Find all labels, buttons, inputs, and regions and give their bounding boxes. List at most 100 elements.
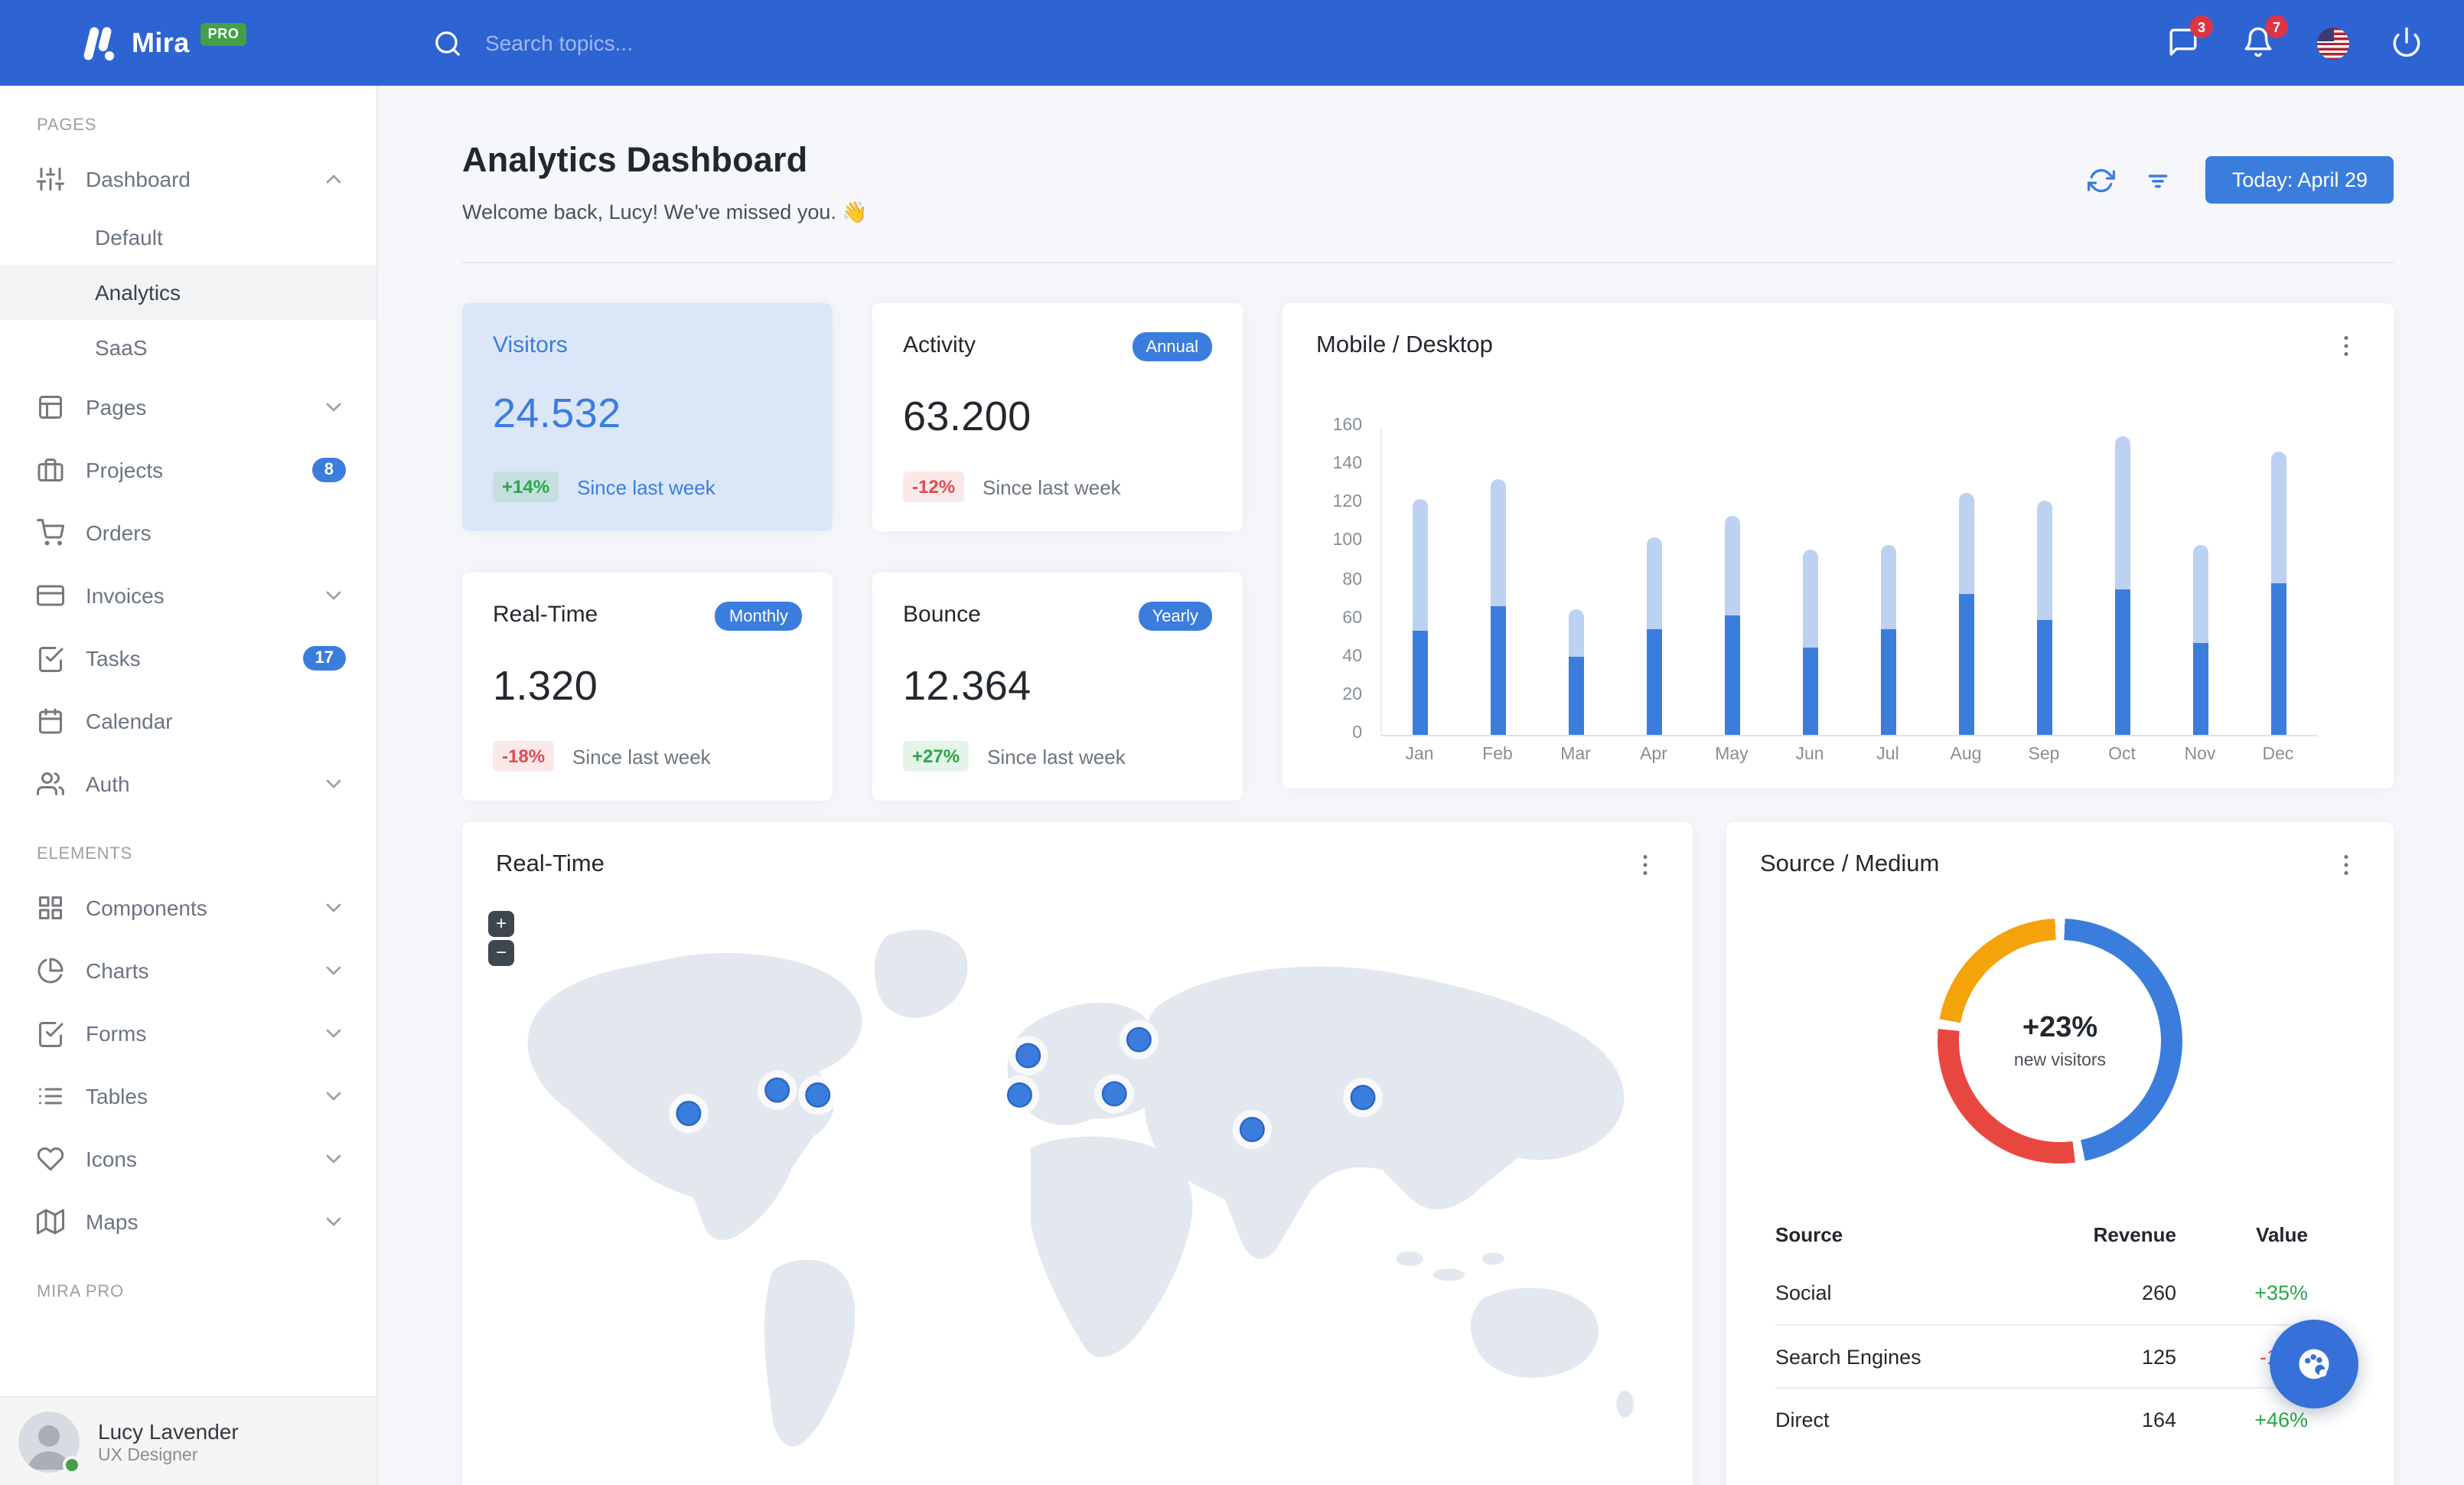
stat-period-badge[interactable]: Yearly [1138,602,1212,631]
cart-icon [37,518,64,545]
sidebar-user[interactable]: Lucy Lavender UX Designer [0,1396,376,1485]
sidebar-item-invoices[interactable]: Invoices [0,563,376,626]
sidebar-item-projects[interactable]: Projects 8 [0,438,376,501]
chevron-down-icon [326,590,341,599]
map-marker[interactable] [1343,1078,1383,1118]
bar-sep[interactable] [2006,429,2084,735]
bar-oct[interactable] [2084,429,2162,735]
bar-segment-desktop [2192,544,2208,643]
sidebar-item-tasks[interactable]: Tasks 17 [0,626,376,689]
chevron-down-icon [326,402,341,411]
stat-period-badge[interactable]: Monthly [715,602,802,631]
map-marker[interactable] [757,1070,797,1110]
mira-logo-icon [83,26,115,60]
bar-segment-desktop [2270,452,2286,583]
sidebar: Pages Dashboard Default Analytics SaaS Pages P… [0,86,378,1485]
pie-chart-icon [37,957,64,983]
more-vertical-icon[interactable] [2332,332,2360,360]
bar-segment-desktop [1413,498,1429,632]
avatar[interactable] [18,1411,81,1474]
column-header-source: Source [1775,1222,1843,1245]
sidebar-item-orders[interactable]: Orders [0,501,376,563]
stat-period-badge[interactable]: Annual [1132,332,1212,361]
bar-nov[interactable] [2161,429,2239,735]
sidebar-item-charts[interactable]: Charts [0,938,376,1001]
y-tick-label: 140 [1332,455,1362,474]
sidebar-item-label: Projects [86,457,164,481]
table-row-social[interactable]: Social 260 +35% [1775,1261,2308,1324]
bar-jun[interactable] [1771,429,1850,735]
bar-segment-desktop [2114,436,2130,589]
sign-out-button[interactable] [2391,26,2424,60]
map-marker[interactable] [1119,1020,1159,1059]
sidebar-item-pages[interactable]: Pages [0,375,376,438]
map-marker[interactable] [669,1093,709,1134]
briefcase-icon [37,458,64,481]
chevron-down-icon [326,902,341,912]
notifications-button[interactable]: 7 [2242,15,2288,60]
bar-apr[interactable] [1616,429,1694,735]
bar-may[interactable] [1693,429,1771,735]
brand[interactable]: Mira PRO [0,22,378,64]
sidebar-caption-pages: Pages [37,116,97,135]
language-flag-us[interactable] [2317,27,2349,59]
refresh-icon[interactable] [2088,166,2116,194]
sidebar-item-calendar[interactable]: Calendar [0,689,376,752]
more-vertical-icon[interactable] [2332,851,2360,879]
calendar-icon [39,707,62,733]
search-input[interactable] [485,31,944,55]
stat-card-real-time: Real-Time Monthly 1.320 -18% Since last … [462,573,833,801]
sidebar-item-saas[interactable]: SaaS [0,320,376,375]
stat-caption: Since last week [577,475,715,498]
world-map[interactable] [462,889,1693,1468]
sidebar-item-label: Components [86,895,207,919]
search-bar[interactable] [433,28,2167,57]
bar-segment-mobile [1491,605,1507,735]
sidebar-nav: Pages Dashboard Default Analytics SaaS Pages P… [0,86,376,1314]
table-row-direct[interactable]: Direct 164 +46% [1775,1387,2308,1450]
sidebar-item-analytics[interactable]: Analytics [0,265,376,320]
check-square-icon [39,1021,64,1046]
bar-jan[interactable] [1382,429,1460,735]
bar-segment-mobile [2192,642,2208,735]
bar-feb[interactable] [1460,429,1538,735]
bar-jul[interactable] [1850,429,1928,735]
sidebar-item-label: Analytics [95,280,181,305]
bar-segment-desktop [1725,515,1741,616]
sidebar-item-dashboard[interactable]: Dashboard [0,147,376,210]
stat-value: 63.200 [903,393,1032,439]
map-zoom-out-button[interactable]: − [488,940,514,966]
sidebar-item-maps[interactable]: Maps [0,1190,376,1252]
x-tick-label: Dec [2262,746,2294,764]
page-subtitle: Welcome back, Lucy! We've missed you. 👋 [462,201,868,224]
bar-segment-mobile [1880,628,1896,735]
sidebar-item-default[interactable]: Default [0,210,376,265]
map-marker[interactable] [797,1075,838,1115]
chart-title: Mobile / Desktop [1316,332,1493,358]
sidebar-item-forms[interactable]: Forms [0,1001,376,1064]
more-vertical-icon[interactable] [1631,851,1659,879]
bar-dec[interactable] [2239,429,2317,735]
y-tick-label: 160 [1332,416,1362,435]
messages-button[interactable]: 3 [2167,15,2213,60]
sidebar-item-label: Forms [86,1020,147,1045]
sidebar-item-icons[interactable]: Icons [0,1127,376,1190]
map-marker[interactable] [1008,1036,1048,1075]
x-tick-label: Sep [2028,746,2060,764]
map-marker[interactable] [999,1075,1040,1115]
bar-segment-mobile [2036,619,2052,735]
sidebar-item-components[interactable]: Components [0,876,376,938]
date-picker-button[interactable]: Today: April 29 [2205,156,2394,204]
sidebar-item-auth[interactable]: Auth [0,752,376,814]
table-row-search-engines[interactable]: Search Engines 125 -12% [1775,1324,2308,1387]
bar-aug[interactable] [1928,429,2006,735]
map-marker[interactable] [1094,1074,1134,1114]
sidebar-item-tables[interactable]: Tables [0,1064,376,1127]
y-tick-label: 100 [1332,531,1362,550]
theme-settings-fab[interactable] [2270,1320,2358,1408]
map-zoom-in-button[interactable]: + [488,911,514,937]
bar-mar[interactable] [1538,429,1616,735]
heart-icon [37,1147,64,1170]
map-marker[interactable] [1232,1109,1273,1150]
filter-icon[interactable] [2145,166,2172,194]
